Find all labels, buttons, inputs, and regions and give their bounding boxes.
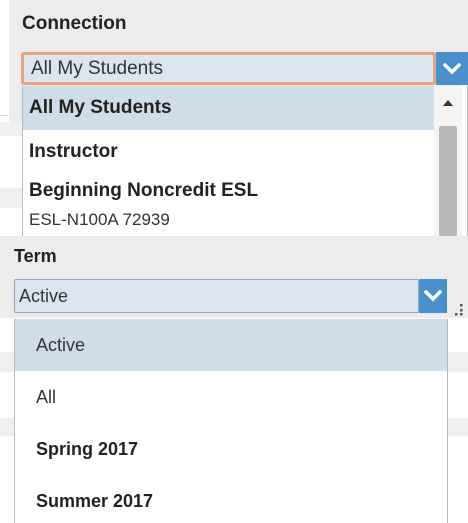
triangle-up-icon	[443, 100, 453, 106]
term-dropdown-list: Active All Spring 2017 Summer 2017	[14, 319, 448, 523]
term-option-summer-2017[interactable]: Summer 2017	[15, 475, 447, 523]
term-dropdown-button[interactable]	[419, 279, 447, 313]
connection-option-all-my-students[interactable]: All My Students	[23, 86, 435, 130]
connection-scrollbar[interactable]	[434, 86, 462, 236]
term-label: Term	[14, 246, 57, 266]
chevron-down-icon	[443, 62, 461, 74]
term-option-all[interactable]: All	[15, 371, 447, 423]
connection-option-instructor[interactable]: Instructor	[23, 130, 435, 174]
chevron-down-icon	[424, 290, 442, 302]
scrollbar-thumb[interactable]	[439, 126, 457, 236]
term-option-active[interactable]: Active	[15, 319, 447, 371]
connection-dropdown-button[interactable]	[436, 52, 468, 85]
connection-dropdown-list: All My Students Instructor Beginning Non…	[22, 86, 468, 236]
connection-option-section[interactable]: ESL-N100A 72939	[23, 206, 435, 234]
term-option-spring-2017[interactable]: Spring 2017	[15, 423, 447, 475]
connection-label: Connection	[22, 13, 127, 34]
connection-select[interactable]: All My Students	[21, 52, 436, 85]
connection-option-course[interactable]: Beginning Noncredit ESL	[23, 174, 435, 208]
scroll-up-button[interactable]	[434, 86, 462, 120]
term-select[interactable]: Active	[14, 279, 419, 313]
resize-grip-icon[interactable]	[452, 302, 464, 316]
